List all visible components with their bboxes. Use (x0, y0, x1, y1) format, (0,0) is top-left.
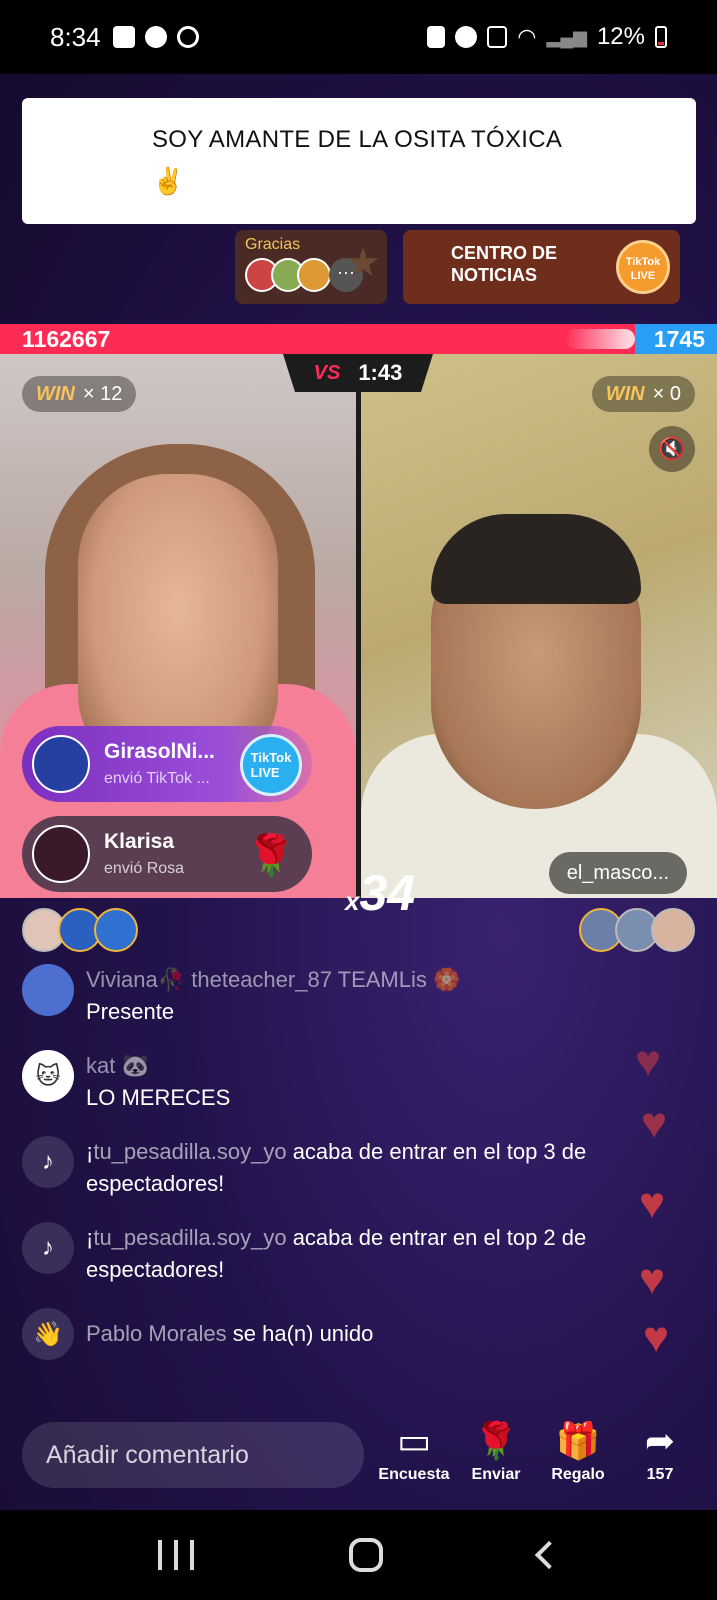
heart-icon: ♥ (639, 1255, 666, 1304)
gallery-icon (112, 26, 135, 48)
tiktok-icon: ♪ (22, 1222, 74, 1274)
rose-icon: 🌹 (246, 833, 296, 878)
avatar[interactable] (22, 964, 74, 1016)
gift-sender: Klarisa (104, 830, 175, 853)
signal-icon: ▂▄▆ (546, 26, 587, 47)
wifi-icon: ◠ (517, 24, 537, 49)
gift-notification[interactable]: GirasolNi... envió TikTok ... TikTok LIVE (22, 726, 312, 802)
tiktok-icon: ♪ (22, 1136, 74, 1188)
heart-icon: ♥ (643, 1313, 670, 1362)
avatar (94, 908, 138, 952)
vs-icon: VS (313, 361, 341, 384)
share-icon: ➦ (644, 1420, 676, 1461)
avatar (32, 825, 90, 883)
timer: 1:43 (358, 360, 403, 385)
news-center-button[interactable]: CENTRO DE NOTICIAS TikTok LIVE (403, 230, 680, 304)
chat-message[interactable]: 🐱 kat 🐼 LO MERECES (22, 1050, 682, 1114)
back-icon[interactable] (534, 1540, 564, 1570)
mute-icon (487, 26, 508, 48)
status-bar: 8:34 ◠ ▂▄▆ 12% (0, 0, 717, 74)
battle-timer: VS 1:43 (283, 354, 433, 392)
victory-hand-icon: ✌️ (152, 166, 185, 196)
send-rose-button[interactable]: 🌹 Enviar (456, 1418, 536, 1484)
gift-combo: x34 (345, 865, 416, 921)
poll-icon: ▭ (396, 1420, 431, 1461)
battery-saver-icon (427, 26, 446, 48)
live-screen: SOY AMANTE DE LA OSITA TÓXICA ✌️ Gracias… (0, 74, 717, 1510)
star-icon: ★ (345, 241, 381, 285)
gift-desc: envió Rosa (104, 860, 185, 877)
heart-icon: ♥ (641, 1099, 668, 1148)
right-win-streak: WIN × 0 (591, 376, 695, 412)
comment-input[interactable]: Añadir comentario (22, 1422, 364, 1488)
system-nav-bar (0, 1510, 717, 1600)
left-score: 1162667 (22, 326, 111, 352)
chat-text: LO MERECES (86, 1085, 231, 1110)
avatar (32, 735, 90, 793)
chat-message[interactable]: Viviana🥀 theteacher_87 TEAMLis 🏵️ Presen… (22, 964, 682, 1028)
gift-icon: 🎁 (555, 1420, 601, 1461)
left-top-gifters[interactable] (22, 908, 138, 952)
opponent-username[interactable]: el_masco... (548, 852, 687, 894)
chat-message: ♪ ¡tu_pesadilla.soy_yo acaba de entrar e… (22, 1136, 682, 1200)
bottom-bar: Añadir comentario ▭ Encuesta 🌹 Enviar 🎁 … (0, 1406, 717, 1510)
chat-text: Presente (86, 999, 175, 1024)
pinned-message[interactable]: SOY AMANTE DE LA OSITA TÓXICA ✌️ (22, 98, 696, 224)
home-icon[interactable] (349, 1538, 384, 1572)
gift-notification[interactable]: Klarisa envió Rosa 🌹 (22, 816, 312, 892)
left-win-streak: WIN × 12 (22, 376, 137, 412)
avatar (651, 908, 695, 952)
pinned-text: SOY AMANTE DE LA OSITA TÓXICA (152, 126, 563, 153)
poll-button[interactable]: ▭ Encuesta (374, 1418, 454, 1484)
chat-username[interactable]: tu_pesadilla.soy_yo (93, 1225, 286, 1250)
chat-feed[interactable]: Viviana🥀 theteacher_87 TEAMLis 🏵️ Presen… (22, 964, 682, 1382)
heart-icon: ♥ (635, 1037, 662, 1086)
tiktok-live-gift-icon: TikTok LIVE (240, 734, 302, 796)
wave-icon: 👋 (22, 1308, 74, 1360)
gift-button[interactable]: 🎁 Regalo (538, 1418, 618, 1484)
right-top-gifters[interactable] (579, 908, 695, 952)
battle-score-bar: 1162667 1745 (0, 324, 717, 354)
clock: 8:34 (50, 21, 101, 52)
battery-icon (655, 26, 667, 48)
share-button[interactable]: ➦ 157 (620, 1418, 700, 1484)
chat-message: 👋 Pablo Morales se ha(n) unido (22, 1308, 682, 1360)
score-spark (565, 329, 635, 349)
chat-username[interactable]: Pablo Morales (86, 1321, 227, 1346)
snapchat-icon (144, 26, 167, 48)
tiktok-live-icon: TikTok LIVE (616, 240, 670, 294)
cat-avatar[interactable]: 🐱 (22, 1050, 74, 1102)
chat-username[interactable]: tu_pesadilla.soy_yo (93, 1139, 286, 1164)
chat-username[interactable]: kat 🐼 (86, 1050, 230, 1082)
chat-message: ♪ ¡tu_pesadilla.soy_yo acaba de entrar e… (22, 1222, 682, 1286)
tiktok-icon (176, 26, 199, 48)
chat-username[interactable]: Viviana🥀 theteacher_87 TEAMLis 🏵️ (86, 964, 460, 996)
battery-percent: 12% (596, 23, 645, 50)
right-score: 1745 (653, 326, 705, 352)
floating-hearts: ♥ ♥ ♥ ♥ ♥ (629, 1037, 699, 1394)
rose-icon: 🌹 (473, 1420, 519, 1461)
gift-desc: envió TikTok ... (104, 770, 210, 787)
gracias-card[interactable]: Gracias ··· ★ (235, 230, 387, 304)
heart-icon: ♥ (639, 1179, 666, 1228)
gift-sender: GirasolNi... (104, 740, 215, 763)
avatar (297, 258, 331, 292)
speaker-mute-icon[interactable]: 🔇 (649, 426, 695, 472)
alarm-icon (455, 26, 478, 48)
recent-apps-icon[interactable] (157, 1540, 194, 1570)
